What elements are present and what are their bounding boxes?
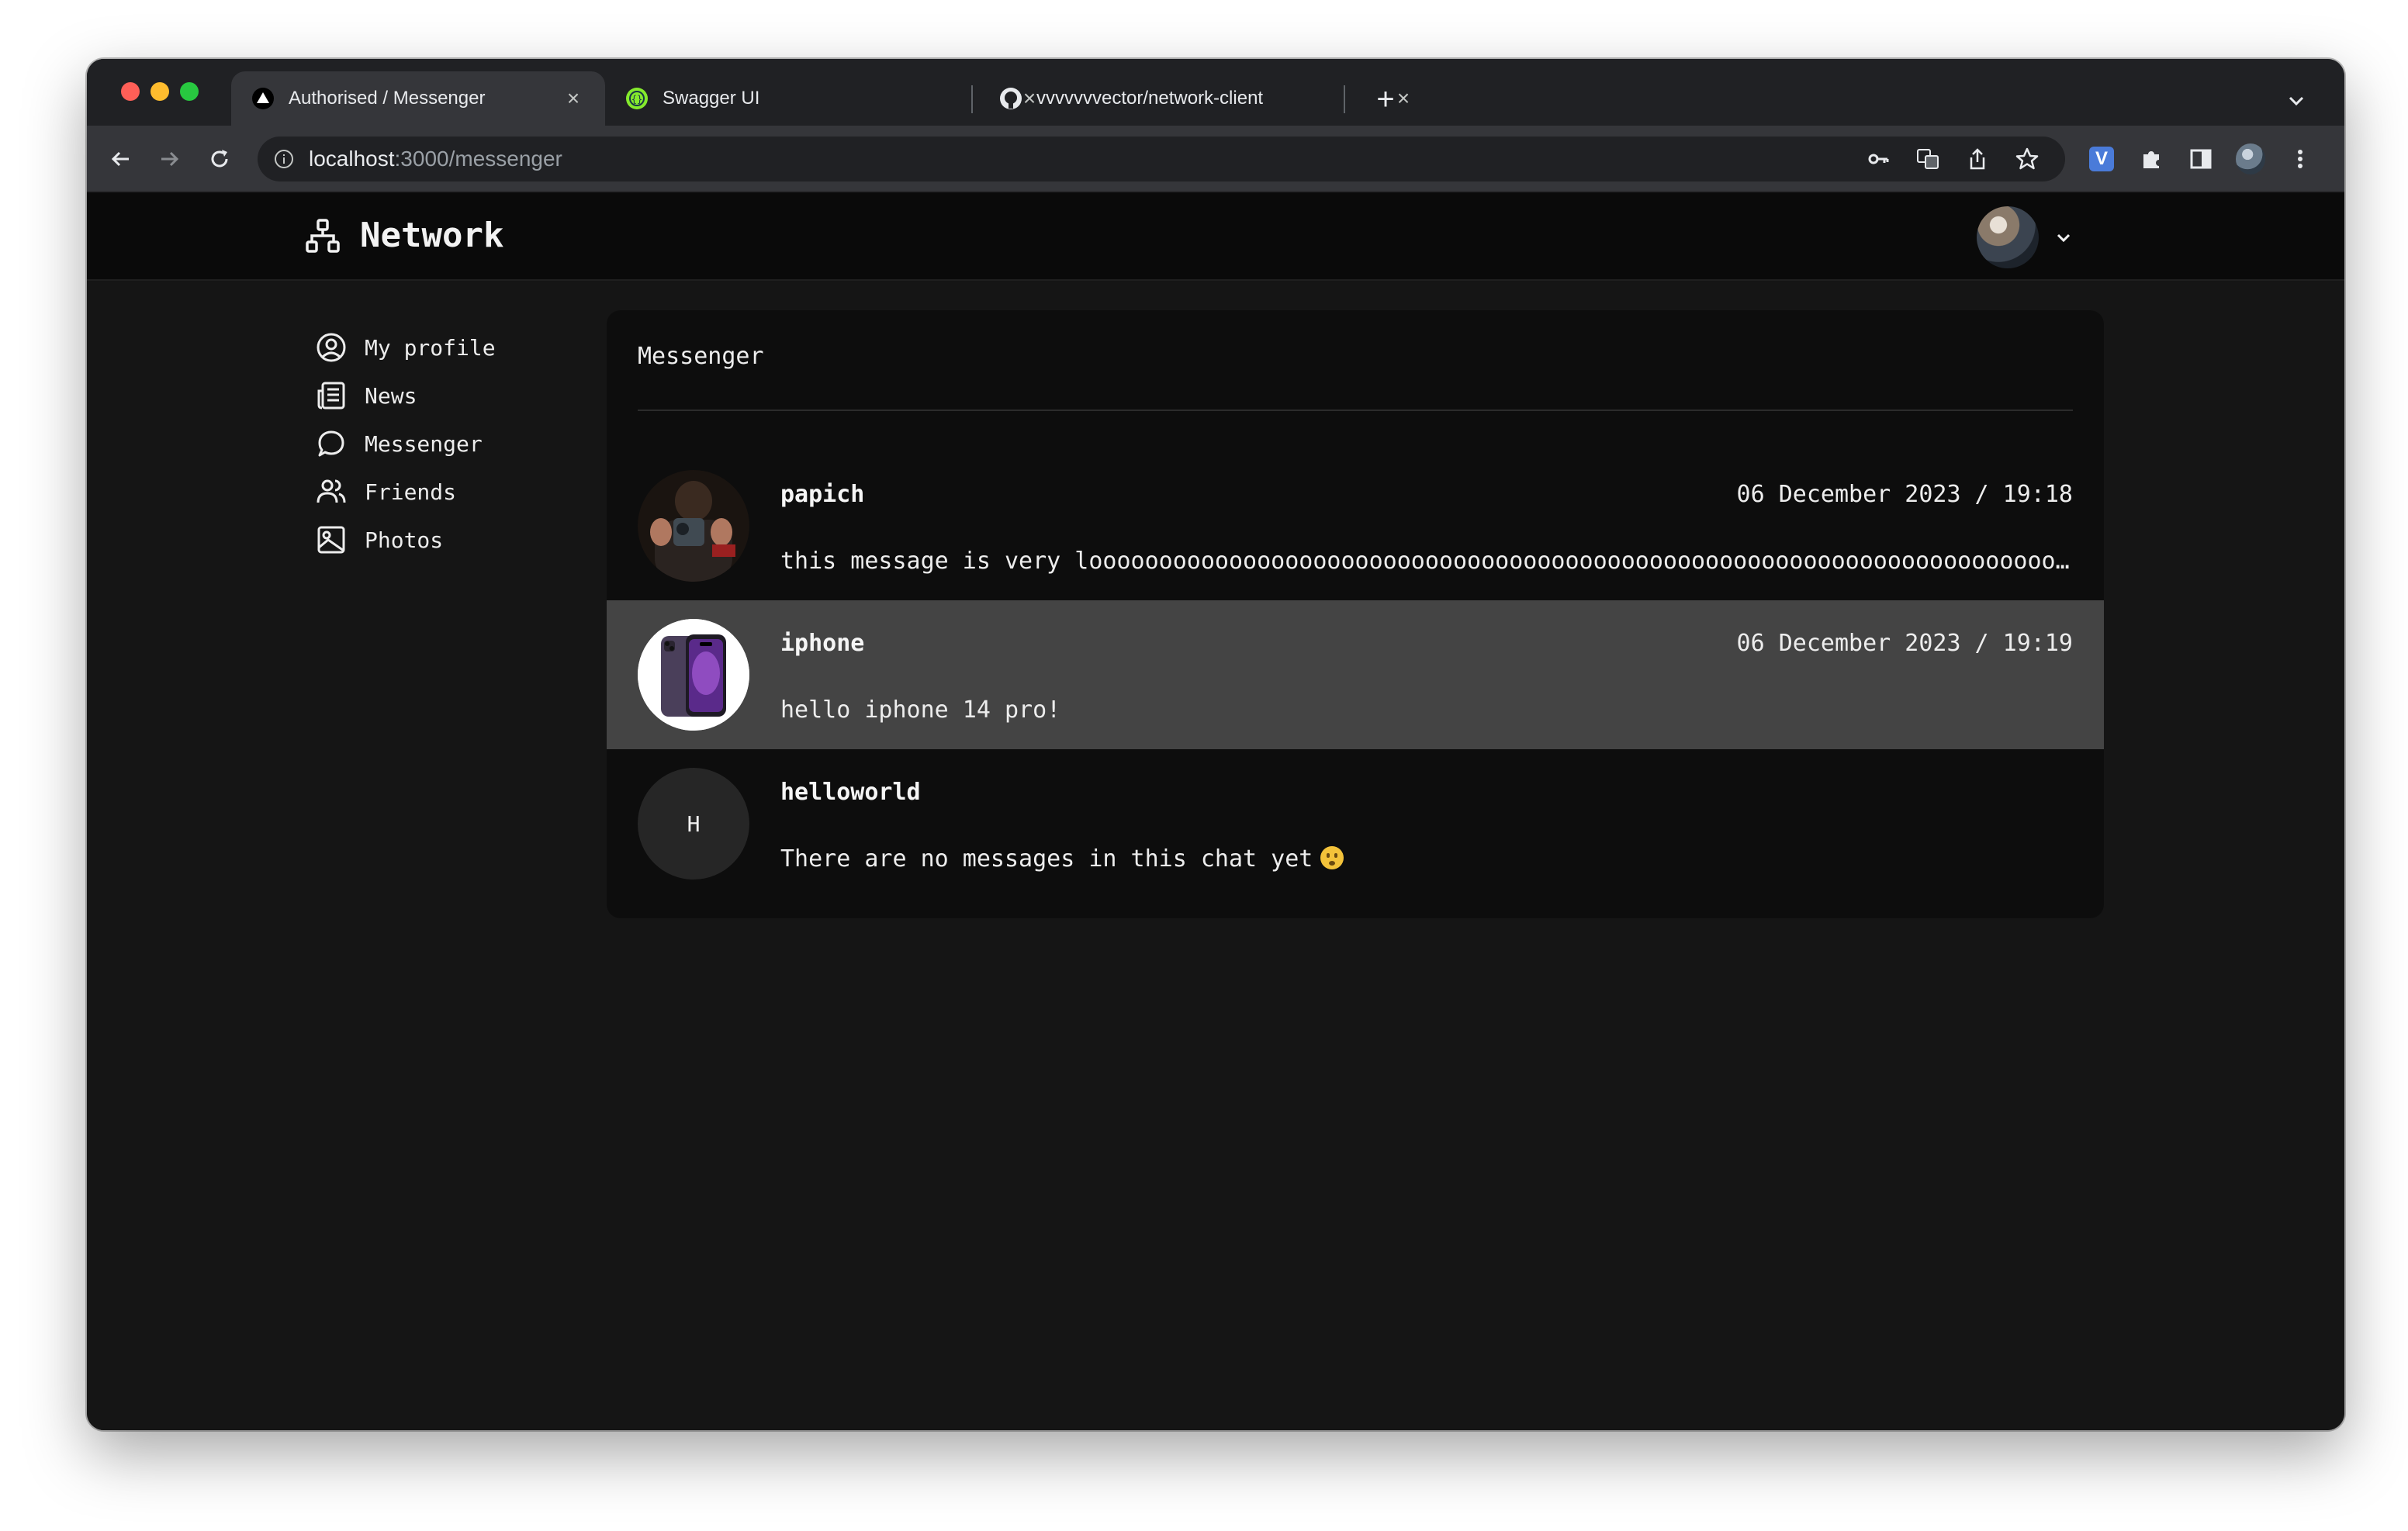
key-icon[interactable] — [1863, 144, 1893, 174]
chat-item-papich[interactable]: papich 06 December 2023 / 19:18 this mes… — [607, 451, 2104, 600]
tab-title: Swagger UI — [663, 88, 760, 109]
network-icon — [304, 217, 341, 254]
github-icon — [999, 87, 1022, 110]
browser-toolbar: localhost:3000/messenger V — [87, 126, 2344, 192]
chat-last-message: this message is very loooooooooooooooooo… — [780, 548, 2073, 575]
tab-title: Authorised / Messenger — [289, 88, 486, 109]
user-avatar[interactable] — [1977, 206, 2039, 268]
chat-name: papich — [780, 481, 865, 508]
sidebar-item-label: My profile — [365, 334, 496, 361]
chat-name: iphone — [780, 630, 865, 657]
address-bar[interactable]: localhost:3000/messenger — [258, 137, 2065, 181]
browser-window: Authorised / Messenger × {} Swagger UI ×… — [87, 59, 2344, 1430]
bookmark-star-icon[interactable] — [2012, 144, 2042, 174]
avatar-initial: H — [687, 810, 701, 837]
sidebar-item-label: Photos — [365, 527, 444, 553]
chat-name: helloworld — [780, 779, 921, 806]
newspaper-icon — [315, 379, 348, 412]
profile-avatar-icon[interactable] — [2236, 143, 2265, 175]
tab-search-chevron-icon[interactable] — [2282, 87, 2310, 115]
chat-time: 06 December 2023 / 19:19 — [1736, 630, 2073, 657]
avatar — [638, 619, 749, 731]
empty-chat-text: There are no messages in this chat yet — [780, 845, 1313, 873]
chevron-down-icon[interactable] — [2053, 226, 2074, 248]
translate-icon[interactable] — [1913, 144, 1943, 174]
avatar — [638, 470, 749, 582]
avatar: H — [638, 768, 749, 880]
new-tab-button[interactable]: + — [1368, 82, 1403, 116]
tab-separator — [971, 85, 973, 113]
sidebar-item-label: News — [365, 382, 417, 409]
brand-logo[interactable]: Network — [304, 216, 503, 255]
tab-title: vvvvvvvector/network-client — [1036, 88, 1264, 109]
url-host: localhost — [309, 147, 395, 171]
share-icon[interactable] — [1963, 144, 1992, 174]
swagger-icon: {} — [625, 87, 649, 110]
tab-separator — [1344, 85, 1345, 113]
site-info-icon[interactable] — [273, 148, 295, 170]
reload-icon[interactable] — [203, 143, 236, 175]
chat-last-message: There are no messages in this chat yet — [780, 845, 2073, 873]
divider — [638, 410, 2073, 411]
brand-name: Network — [360, 216, 504, 255]
chat-item-helloworld[interactable]: H helloworld There are no messages in th… — [607, 749, 2104, 898]
messenger-panel: Messenger papich 06 December 2023 / 19:1… — [607, 310, 2104, 918]
extensions-puzzle-icon[interactable] — [2136, 144, 2166, 174]
app-header: Network — [87, 192, 2344, 281]
back-arrow-icon[interactable] — [104, 143, 137, 175]
chat-time: 06 December 2023 / 19:18 — [1736, 481, 2073, 508]
chat-bubble-icon — [315, 427, 348, 460]
sidebar-item-label: Friends — [365, 479, 457, 505]
maximize-window-button[interactable] — [180, 82, 199, 101]
close-tab-icon[interactable]: × — [562, 86, 585, 110]
users-icon — [315, 475, 348, 508]
tab-messenger[interactable]: Authorised / Messenger × — [231, 71, 605, 126]
minimize-window-button[interactable] — [150, 82, 169, 101]
sidebar: My profile News Messenger Friends Photos — [315, 304, 610, 583]
user-circle-icon — [315, 331, 348, 364]
image-icon — [315, 524, 348, 556]
sidebar-item-photos[interactable]: Photos — [315, 496, 610, 583]
tab-github[interactable]: vvvvvvvector/network-client × — [979, 71, 1435, 126]
close-window-button[interactable] — [121, 82, 140, 101]
hushed-face-emoji-icon — [1320, 846, 1344, 869]
svg-text:{}: {} — [631, 94, 642, 105]
url-path: :3000/messenger — [394, 147, 562, 171]
page-title: Messenger — [638, 343, 764, 370]
tab-strip: Authorised / Messenger × {} Swagger UI ×… — [87, 59, 2344, 126]
side-panel-icon[interactable] — [2186, 144, 2216, 174]
chat-last-message: hello iphone 14 pro! — [780, 696, 1061, 724]
chat-item-iphone[interactable]: iphone 06 December 2023 / 19:19 hello ip… — [607, 600, 2104, 749]
menu-kebab-icon[interactable] — [2285, 144, 2315, 174]
extension-v-icon[interactable]: V — [2087, 144, 2116, 174]
app-root: Network My profile News Messenger Friend… — [87, 192, 2344, 1430]
nextjs-icon — [251, 87, 275, 110]
forward-arrow-icon[interactable] — [154, 143, 186, 175]
sidebar-item-label: Messenger — [365, 430, 483, 457]
